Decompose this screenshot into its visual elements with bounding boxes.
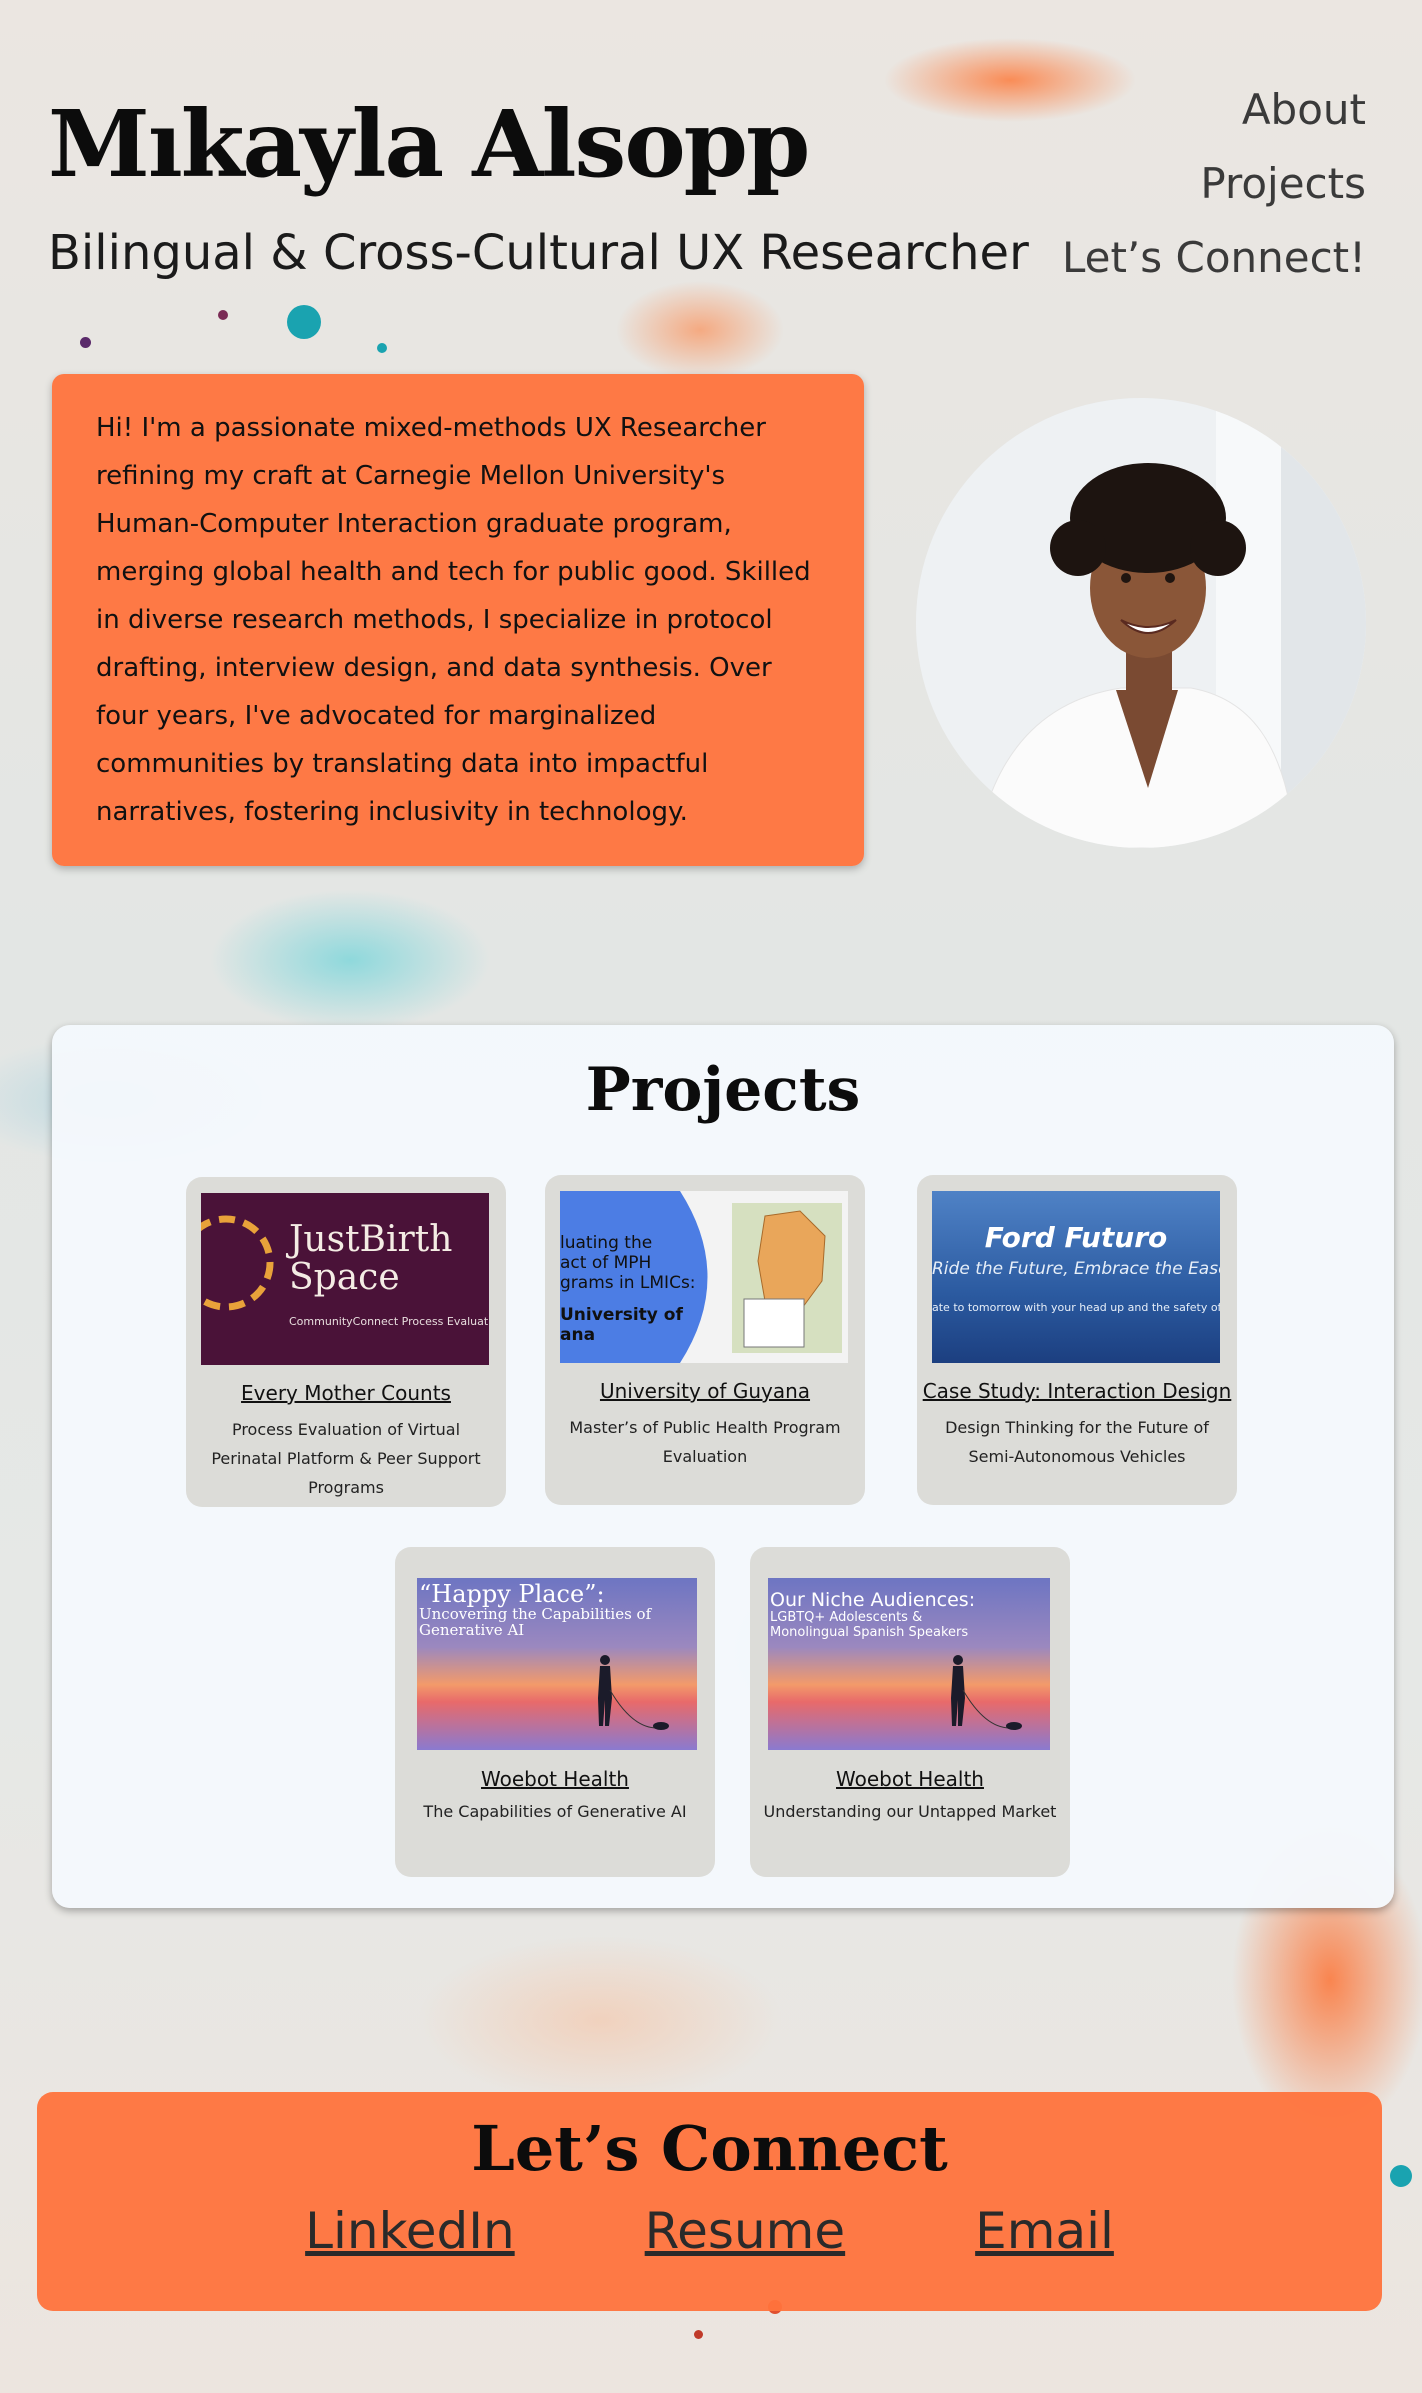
- thumb-text: grams in LMICs:: [560, 1273, 696, 1293]
- project-title-link[interactable]: Woebot Health: [395, 1767, 715, 1791]
- thumb-text: act of MPH: [560, 1253, 652, 1273]
- thumb-text: LGBTQ+ Adolescents &: [770, 1610, 923, 1625]
- resume-link[interactable]: Resume: [645, 2202, 845, 2260]
- thumb-text: ana: [560, 1325, 596, 1345]
- thumb-text: Monolingual Spanish Speakers: [770, 1625, 969, 1640]
- linkedin-link[interactable]: LinkedIn: [305, 2202, 515, 2260]
- thumb-text: Uncovering the Capabilities of: [419, 1605, 652, 1623]
- connect-heading: Let’s Connect: [471, 2112, 948, 2185]
- connect-links: LinkedIn Resume Email: [37, 2202, 1382, 2260]
- thumb-brand-line2: Space: [289, 1257, 400, 1298]
- projects-section: Projects JustBirth Space CommunityConnec…: [52, 1025, 1394, 1908]
- profile-photo-illustration: [916, 398, 1366, 848]
- project-card-woebot-untapped-market[interactable]: Our Niche Audiences: LGBTQ+ Adolescents …: [750, 1547, 1070, 1877]
- project-card-university-of-guyana[interactable]: luating the act of MPH grams in LMICs: U…: [545, 1175, 865, 1505]
- paint-splatter: [1390, 2165, 1412, 2187]
- projects-heading: Projects: [585, 1055, 861, 1125]
- project-card-interaction-design[interactable]: Ford Futuro Ride the Future, Embrace the…: [917, 1175, 1237, 1505]
- thumb-brand: Ford Futuro: [984, 1221, 1168, 1254]
- project-card-woebot-generative-ai[interactable]: “Happy Place”: Uncovering the Capabiliti…: [395, 1547, 715, 1877]
- thumb-text: “Happy Place”:: [419, 1580, 605, 1608]
- project-title-link[interactable]: Every Mother Counts: [186, 1381, 506, 1405]
- thumb-caption: CommunityConnect Process Evaluat: [289, 1315, 489, 1328]
- project-description: Design Thinking for the Future of Semi-A…: [945, 1418, 1209, 1466]
- project-card-every-mother-counts[interactable]: JustBirth Space CommunityConnect Process…: [186, 1177, 506, 1507]
- connect-section: Let’s Connect LinkedIn Resume Email: [37, 2092, 1382, 2311]
- paint-splatter: [377, 343, 387, 353]
- page-subtitle: Bilingual & Cross-Cultural UX Researcher: [48, 225, 1029, 281]
- project-thumbnail[interactable]: “Happy Place”: Uncovering the Capabiliti…: [417, 1578, 697, 1750]
- nav-projects-link[interactable]: Projects: [1200, 156, 1366, 212]
- project-thumbnail[interactable]: Ford Futuro Ride the Future, Embrace the…: [932, 1191, 1220, 1363]
- thumb-text: Our Niche Audiences:: [770, 1589, 976, 1611]
- email-link[interactable]: Email: [975, 2202, 1114, 2260]
- paint-splatter: [694, 2330, 703, 2339]
- intro-card: Hi! I'm a passionate mixed-methods UX Re…: [52, 374, 864, 866]
- nav-about-link[interactable]: About: [1242, 82, 1366, 138]
- project-description: Process Evaluation of Virtual Perinatal …: [211, 1420, 481, 1497]
- thumb-text: University of: [560, 1305, 683, 1325]
- project-thumbnail[interactable]: JustBirth Space CommunityConnect Process…: [201, 1193, 489, 1365]
- profile-photo: [916, 398, 1366, 848]
- thumb-text: Generative AI: [419, 1621, 525, 1639]
- project-description: The Capabilities of Generative AI: [423, 1802, 687, 1821]
- paint-splatter: [218, 310, 228, 320]
- project-thumbnail[interactable]: luating the act of MPH grams in LMICs: U…: [560, 1191, 848, 1363]
- thumb-tagline: Ride the Future, Embrace the Ease: [932, 1259, 1220, 1279]
- top-nav: About Projects Let’s Connect!: [1062, 82, 1366, 286]
- thumb-small-text: ate to tomorrow with your head up and th…: [932, 1301, 1220, 1314]
- project-title-link[interactable]: Case Study: Interaction Design: [917, 1379, 1237, 1403]
- project-thumbnail[interactable]: Our Niche Audiences: LGBTQ+ Adolescents …: [768, 1578, 1050, 1750]
- paint-splatter: [287, 305, 321, 339]
- thumb-text: luating the: [560, 1233, 653, 1253]
- project-title-link[interactable]: University of Guyana: [545, 1379, 865, 1403]
- nav-connect-link[interactable]: Let’s Connect!: [1062, 230, 1366, 286]
- paint-splatter: [80, 337, 91, 348]
- intro-text: Hi! I'm a passionate mixed-methods UX Re…: [96, 413, 811, 827]
- project-description: Understanding our Untapped Market: [763, 1802, 1057, 1821]
- project-description: Master’s of Public Health Program Evalua…: [569, 1418, 841, 1466]
- project-title-link[interactable]: Woebot Health: [750, 1767, 1070, 1791]
- page-title: Mıkayla Alsopp: [48, 90, 810, 198]
- thumb-brand-line1: JustBirth: [289, 1219, 453, 1260]
